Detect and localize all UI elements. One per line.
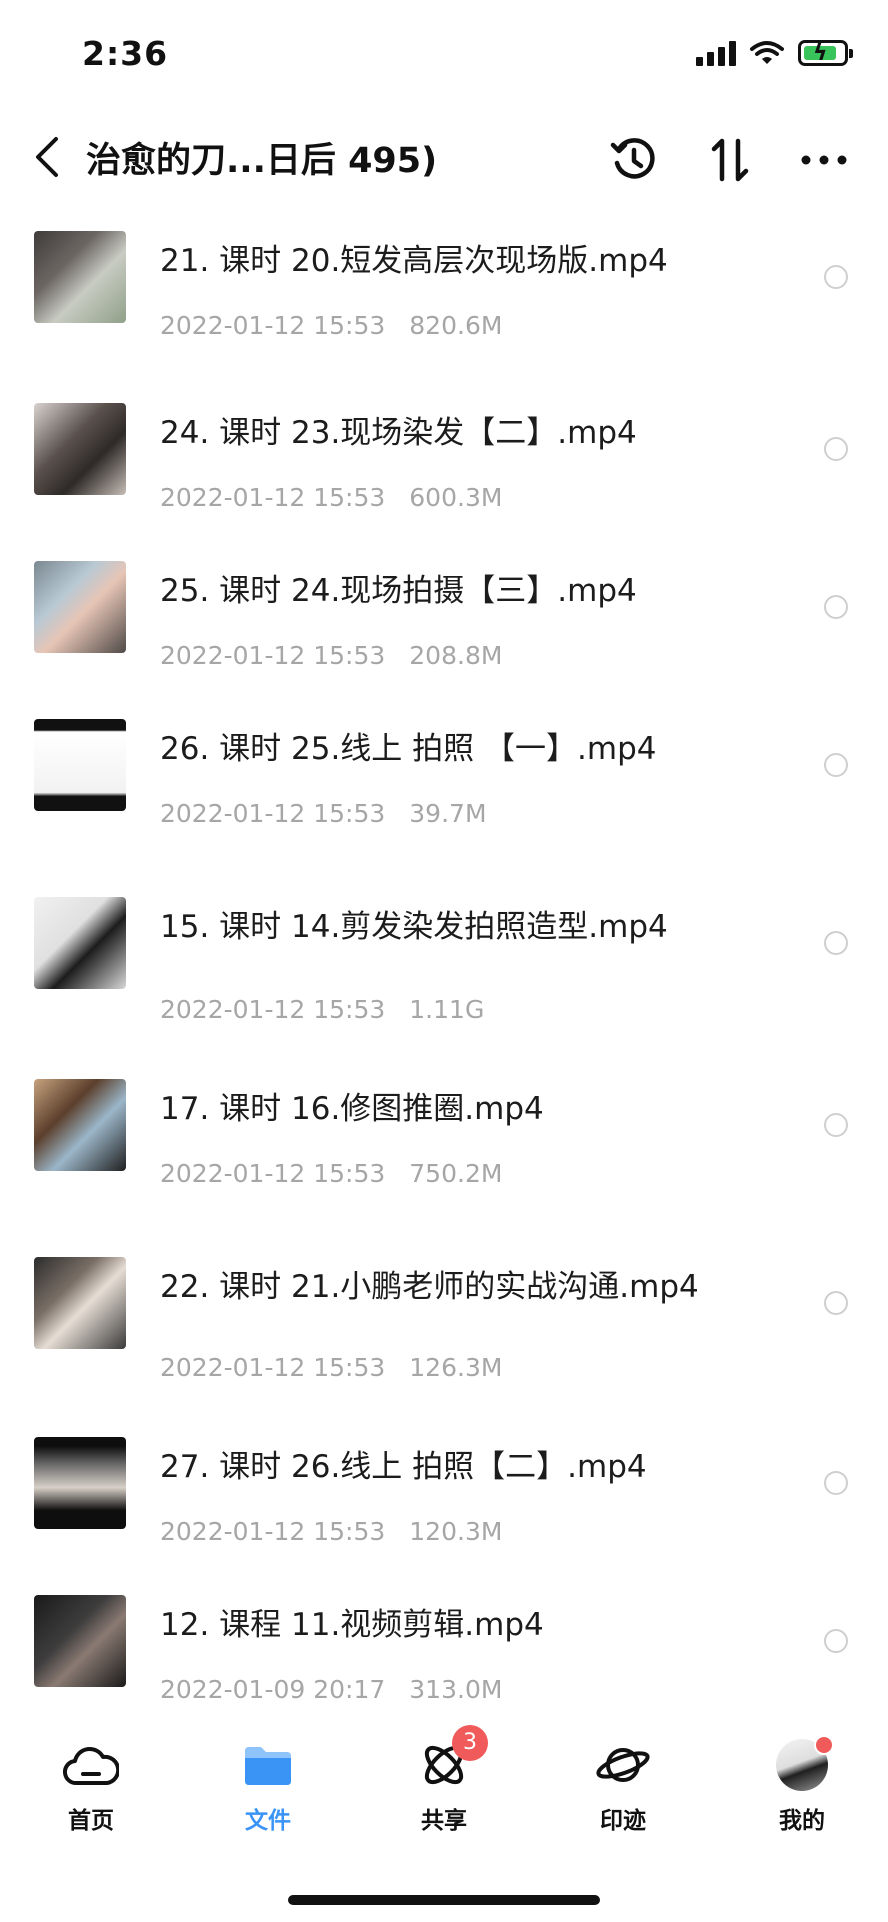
list-item[interactable]: 21. 课时 20.短发高层次现场版.mp4 2022-01-12 15:53 8… xyxy=(0,215,888,387)
header-bar: 治愈的刀...日后 495) xyxy=(0,118,888,198)
file-meta: 2022-01-09 20:17 313.0M xyxy=(160,1675,502,1704)
select-radio[interactable] xyxy=(824,1113,848,1137)
file-size: 39.7M xyxy=(409,799,487,828)
file-name: 25. 课时 24.现场拍摄【三】.mp4 xyxy=(160,573,637,609)
sort-icon xyxy=(711,138,749,182)
file-meta: 2022-01-12 15:53 39.7M xyxy=(160,799,487,828)
status-icons: ϟ xyxy=(696,40,853,66)
tab-label: 印迹 xyxy=(600,1808,646,1834)
file-date: 2022-01-12 15:53 xyxy=(160,799,386,828)
history-button[interactable] xyxy=(606,132,662,188)
file-name: 17. 课时 16.修图推圈.mp4 xyxy=(160,1091,544,1127)
file-name: 27. 课时 26.线上 拍照【二】.mp4 xyxy=(160,1449,647,1485)
page-title: 治愈的刀...日后 495) xyxy=(86,141,438,181)
file-date: 2022-01-12 15:53 xyxy=(160,641,386,670)
list-item[interactable]: 22. 课时 21.小鹏老师的实战沟通.mp4 2022-01-12 15:53… xyxy=(0,1241,888,1421)
tab-home[interactable]: 首页 xyxy=(31,1735,151,1855)
tab-label: 共享 xyxy=(421,1808,467,1834)
file-name: 24. 课时 23.现场染发【二】.mp4 xyxy=(160,415,637,451)
video-thumbnail xyxy=(34,1257,126,1349)
list-item[interactable]: 24. 课时 23.现场染发【二】.mp4 2022-01-12 15:53 60… xyxy=(0,387,888,545)
battery-icon: ϟ xyxy=(798,40,853,66)
list-item[interactable]: 17. 课时 16.修图推圈.mp4 2022-01-12 15:53 750.2… xyxy=(0,1063,888,1241)
back-chevron-icon xyxy=(36,137,58,177)
video-thumbnail xyxy=(34,403,126,495)
signal-icon xyxy=(696,40,736,66)
select-radio[interactable] xyxy=(824,931,848,955)
file-size: 120.3M xyxy=(409,1517,503,1546)
file-date: 2022-01-09 20:17 xyxy=(160,1675,386,1704)
file-list: 21. 课时 20.短发高层次现场版.mp4 2022-01-12 15:53 8… xyxy=(0,215,888,1737)
history-icon xyxy=(610,138,655,179)
file-name: 26. 课时 25.线上 拍照 【一】.mp4 xyxy=(160,731,657,767)
tab-label: 文件 xyxy=(245,1808,291,1834)
select-radio[interactable] xyxy=(824,595,848,619)
file-meta: 2022-01-12 15:53 120.3M xyxy=(160,1517,502,1546)
file-date: 2022-01-12 15:53 xyxy=(160,1159,386,1188)
list-item[interactable]: 27. 课时 26.线上 拍照【二】.mp4 2022-01-12 15:53 1… xyxy=(0,1421,888,1579)
file-date: 2022-01-12 15:53 xyxy=(160,311,386,340)
select-radio[interactable] xyxy=(824,1291,848,1315)
wifi-icon xyxy=(750,41,784,64)
file-size: 1.11G xyxy=(409,995,485,1024)
select-radio[interactable] xyxy=(824,265,848,289)
file-meta: 2022-01-12 15:53 1.11G xyxy=(160,995,484,1024)
file-size: 600.3M xyxy=(409,483,503,512)
file-size: 750.2M xyxy=(409,1159,503,1188)
file-name: 21. 课时 20.短发高层次现场版.mp4 xyxy=(160,243,668,279)
file-meta: 2022-01-12 15:53 126.3M xyxy=(160,1353,502,1382)
tab-files[interactable]: 文件 xyxy=(208,1735,328,1855)
file-date: 2022-01-12 15:53 xyxy=(160,483,386,512)
avatar-container xyxy=(772,1735,834,1795)
file-meta: 2022-01-12 15:53 208.8M xyxy=(160,641,502,670)
list-item[interactable]: 15. 课时 14.剪发染发拍照造型.mp4 2022-01-12 15:53 1… xyxy=(0,881,888,1063)
video-thumbnail xyxy=(34,719,126,811)
list-item[interactable]: 12. 课程 11.视频剪辑.mp4 2022-01-09 20:17 313.0… xyxy=(0,1579,888,1737)
file-size: 313.0M xyxy=(409,1675,503,1704)
file-date: 2022-01-12 15:53 xyxy=(160,995,386,1024)
select-radio[interactable] xyxy=(824,437,848,461)
video-thumbnail xyxy=(34,1437,126,1529)
file-date: 2022-01-12 15:53 xyxy=(160,1517,386,1546)
select-radio[interactable] xyxy=(824,1629,848,1653)
sort-button[interactable] xyxy=(702,132,758,188)
video-thumbnail xyxy=(34,231,126,323)
home-indicator[interactable] xyxy=(288,1895,600,1905)
cloud-icon xyxy=(61,1735,121,1795)
folder-icon xyxy=(238,1735,298,1795)
file-name: 12. 课程 11.视频剪辑.mp4 xyxy=(160,1607,544,1643)
bottom-tab-bar: 首页 文件 3 共享 印迹 我的 xyxy=(0,1725,888,1855)
tab-label: 我的 xyxy=(779,1808,825,1834)
share-orbit-icon: 3 xyxy=(414,1725,488,1795)
tab-share[interactable]: 3 共享 xyxy=(384,1725,504,1855)
file-meta: 2022-01-12 15:53 750.2M xyxy=(160,1159,502,1188)
select-radio[interactable] xyxy=(824,753,848,777)
list-item[interactable]: 25. 课时 24.现场拍摄【三】.mp4 2022-01-12 15:53 20… xyxy=(0,545,888,703)
file-size: 126.3M xyxy=(409,1353,503,1382)
file-name: 15. 课时 14.剪发染发拍照造型.mp4 xyxy=(160,909,668,945)
select-radio[interactable] xyxy=(824,1471,848,1495)
file-size: 820.6M xyxy=(409,311,503,340)
file-meta: 2022-01-12 15:53 600.3M xyxy=(160,483,502,512)
list-item[interactable]: 26. 课时 25.线上 拍照 【一】.mp4 2022-01-12 15:53… xyxy=(0,703,888,881)
status-time: 2:36 xyxy=(82,34,169,73)
back-button[interactable] xyxy=(22,130,72,184)
video-thumbnail xyxy=(34,1079,126,1171)
tab-label: 首页 xyxy=(68,1808,114,1834)
planet-icon xyxy=(593,1735,653,1795)
video-thumbnail xyxy=(34,561,126,653)
file-name: 22. 课时 21.小鹏老师的实战沟通.mp4 xyxy=(160,1269,699,1305)
notification-badge: 3 xyxy=(452,1725,488,1761)
notification-dot xyxy=(814,1735,834,1755)
tab-mine[interactable]: 我的 xyxy=(742,1735,862,1855)
status-bar: 2:36 ϟ xyxy=(0,0,888,110)
tab-footprint[interactable]: 印迹 xyxy=(563,1735,683,1855)
file-date: 2022-01-12 15:53 xyxy=(160,1353,386,1382)
file-meta: 2022-01-12 15:53 820.6M xyxy=(160,311,502,340)
more-button[interactable] xyxy=(796,132,852,188)
file-size: 208.8M xyxy=(409,641,503,670)
video-thumbnail xyxy=(34,897,126,989)
video-thumbnail xyxy=(34,1595,126,1687)
more-icon xyxy=(801,155,847,165)
